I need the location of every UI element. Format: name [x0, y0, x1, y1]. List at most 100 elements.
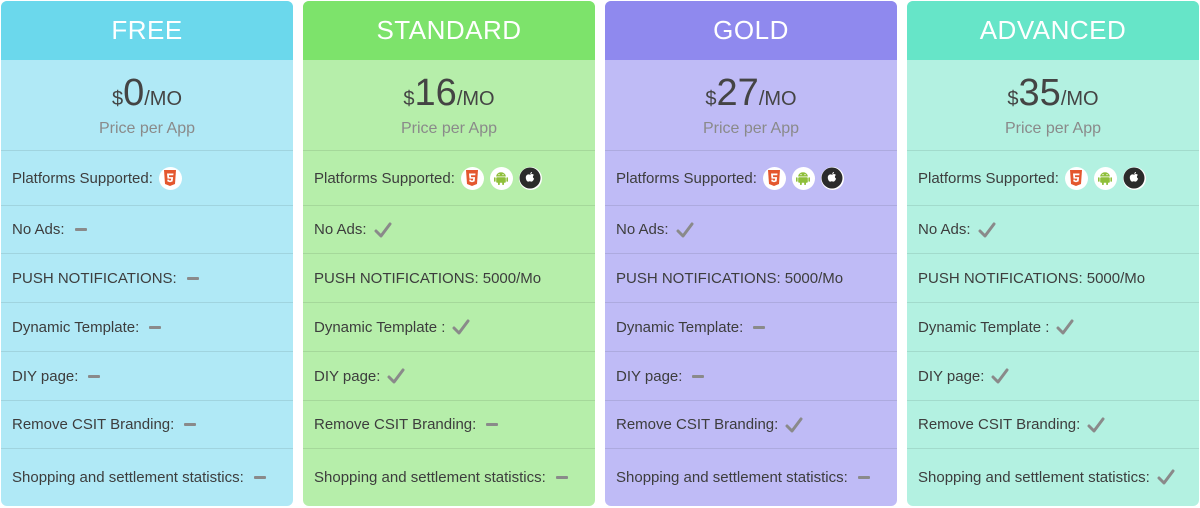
- feature-row-shopping-stats: Shopping and settlement statistics:: [303, 449, 595, 505]
- feature-label: Platforms Supported:: [12, 169, 153, 187]
- platform-icons: [762, 166, 844, 190]
- price: $35/MO: [907, 60, 1199, 114]
- feature-label: Dynamic Template :: [314, 318, 446, 336]
- android-icon: [1093, 166, 1117, 190]
- feature-label: Shopping and settlement statistics:: [616, 468, 848, 486]
- price-block: $0/MO Price per App: [1, 60, 293, 151]
- feature-row-dynamic-template: Dynamic Template :: [907, 303, 1199, 352]
- currency-symbol: $: [705, 88, 717, 110]
- feature-row-no-ads: No Ads:: [907, 206, 1199, 254]
- plan-name: GOLD: [605, 1, 897, 60]
- plan-card: STANDARD $16/MO Price per App Platforms Sup…: [303, 1, 595, 506]
- price-caption: Price per App: [400, 120, 498, 137]
- feature-row-no-ads: No Ads:: [605, 206, 897, 254]
- feature-row-shopping-stats: Shopping and settlement statistics:: [1, 449, 293, 505]
- html5-icon: [460, 166, 484, 190]
- feature-value: 5000/Mo: [1086, 269, 1146, 287]
- feature-row-push: PUSH NOTIFICATIONS: 5000/Mo: [605, 254, 897, 303]
- html5-icon: [762, 166, 786, 190]
- apple-icon: [1122, 166, 1146, 190]
- dash-icon: [74, 228, 87, 231]
- feature-label: PUSH NOTIFICATIONS:: [918, 269, 1083, 287]
- feature-row-push: PUSH NOTIFICATIONS:: [1, 254, 293, 303]
- price-block: $27/MO Price per App: [605, 60, 897, 151]
- android-icon: [489, 166, 513, 190]
- feature-row-diy-page: DIY page:: [605, 352, 897, 401]
- dash-icon: [149, 325, 162, 329]
- feature-row-remove-branding: Remove CSIT Branding:: [907, 401, 1199, 449]
- feature-row-platforms: Platforms Supported:: [907, 151, 1199, 206]
- feature-row-dynamic-template: Dynamic Template:: [605, 303, 897, 352]
- feature-row-shopping-stats: Shopping and settlement statistics:: [907, 449, 1199, 505]
- price-period: /MO: [456, 88, 495, 110]
- check-icon: [387, 368, 405, 384]
- feature-label: Remove CSIT Branding:: [314, 416, 477, 433]
- feature-row-dynamic-template: Dynamic Template:: [1, 303, 293, 352]
- price-caption: Price per App: [1004, 120, 1102, 137]
- feature-label: No Ads:: [12, 221, 65, 238]
- dash-icon: [753, 325, 766, 329]
- dash-icon: [692, 374, 705, 378]
- feature-value: 5000/Mo: [784, 269, 844, 287]
- html5-icon: [1064, 166, 1088, 190]
- feature-label: Platforms Supported:: [616, 169, 757, 187]
- feature-label: DIY page:: [918, 367, 985, 385]
- dash-icon: [857, 475, 870, 479]
- feature-label: Remove CSIT Branding:: [918, 416, 1081, 433]
- feature-label: DIY page:: [12, 367, 79, 385]
- check-icon: [374, 222, 392, 238]
- feature-row-no-ads: No Ads:: [1, 206, 293, 254]
- feature-label: No Ads:: [616, 221, 669, 238]
- price-amount: 35: [1018, 72, 1061, 114]
- price-amount: 27: [716, 72, 759, 114]
- html5-icon: [158, 166, 182, 190]
- plan-card: GOLD $27/MO Price per App Platforms Support…: [605, 1, 897, 506]
- android-icon: [791, 166, 815, 190]
- feature-label: Shopping and settlement statistics:: [12, 468, 244, 486]
- plan-card: FREE $0/MO Price per App Platforms Supporte…: [1, 1, 293, 506]
- feature-label: PUSH NOTIFICATIONS:: [12, 269, 177, 287]
- feature-row-remove-branding: Remove CSIT Branding:: [303, 401, 595, 449]
- check-icon: [1056, 319, 1074, 335]
- check-icon: [1157, 469, 1175, 485]
- feature-label: Dynamic Template :: [918, 318, 1050, 336]
- platform-icons: [158, 166, 182, 190]
- feature-row-no-ads: No Ads:: [303, 206, 595, 254]
- feature-row-platforms: Platforms Supported:: [605, 151, 897, 206]
- plan-name: ADVANCED: [907, 1, 1199, 60]
- feature-label: Shopping and settlement statistics:: [918, 468, 1150, 486]
- feature-row-push: PUSH NOTIFICATIONS: 5000/Mo: [907, 254, 1199, 303]
- currency-symbol: $: [1007, 88, 1019, 110]
- dash-icon: [555, 475, 568, 479]
- feature-label: Platforms Supported:: [918, 169, 1059, 187]
- feature-label: Dynamic Template:: [12, 318, 140, 336]
- check-icon: [785, 417, 803, 433]
- dash-icon: [186, 276, 199, 280]
- dash-icon: [486, 423, 499, 426]
- check-icon: [676, 222, 694, 238]
- currency-symbol: $: [403, 88, 415, 110]
- price-block: $35/MO Price per App: [907, 60, 1199, 151]
- plan-card: ADVANCED $35/MO Price per App Platforms Sup…: [907, 1, 1199, 506]
- price-period: /MO: [758, 88, 797, 110]
- platform-icons: [460, 166, 542, 190]
- feature-row-diy-page: DIY page:: [303, 352, 595, 401]
- plan-name: STANDARD: [303, 1, 595, 60]
- check-icon: [1087, 417, 1105, 433]
- feature-row-platforms: Platforms Supported:: [1, 151, 293, 206]
- price-period: /MO: [1060, 88, 1099, 110]
- price-amount: 16: [414, 72, 457, 114]
- feature-label: Shopping and settlement statistics:: [314, 468, 546, 486]
- dash-icon: [184, 423, 197, 426]
- check-icon: [978, 222, 996, 238]
- check-icon: [452, 319, 470, 335]
- price-block: $16/MO Price per App: [303, 60, 595, 151]
- platform-icons: [1064, 166, 1146, 190]
- feature-row-dynamic-template: Dynamic Template :: [303, 303, 595, 352]
- price: $0/MO: [1, 60, 293, 114]
- apple-icon: [518, 166, 542, 190]
- feature-label: Remove CSIT Branding:: [12, 416, 175, 433]
- feature-row-remove-branding: Remove CSIT Branding:: [1, 401, 293, 449]
- feature-label: Platforms Supported:: [314, 169, 455, 187]
- feature-label: No Ads:: [918, 221, 971, 238]
